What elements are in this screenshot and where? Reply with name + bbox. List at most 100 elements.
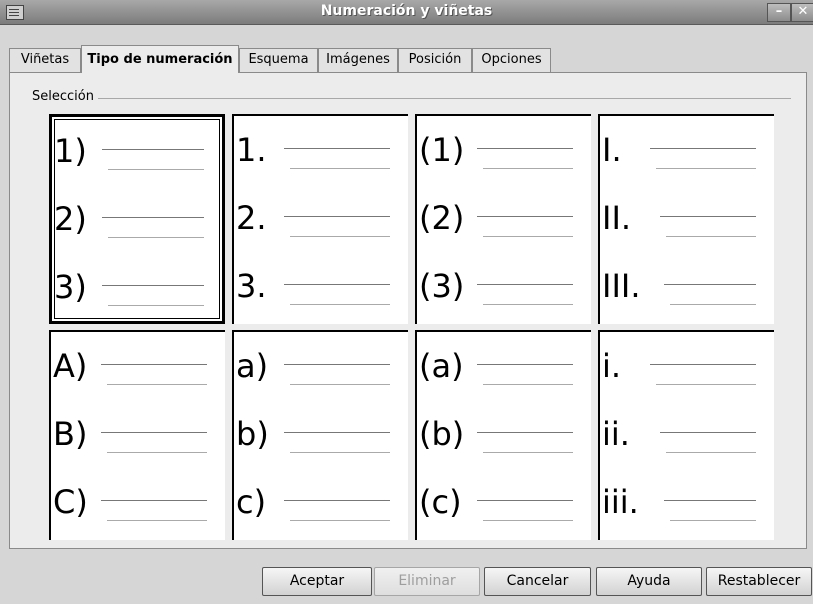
preview-text-line — [483, 384, 573, 385]
numbering-label: B) — [53, 415, 88, 453]
preview-text-line — [290, 236, 390, 237]
preview-text-line — [670, 520, 756, 521]
numbering-label: 1. — [236, 131, 267, 169]
numbering-style-option[interactable]: a) b) c) — [232, 330, 408, 540]
preview-text-line — [650, 364, 756, 365]
preview-text-line — [483, 304, 573, 305]
numbering-label: a) — [236, 347, 269, 385]
numbering-preview-line: 1) — [52, 125, 222, 185]
preview-text-line — [290, 384, 390, 385]
numbering-style-option[interactable]: (1) (2) (3) — [415, 114, 591, 324]
close-button[interactable]: ✕ — [791, 3, 813, 22]
numbering-label: (1) — [419, 131, 465, 169]
preview-text-line — [107, 520, 207, 521]
numbering-preview-line: i. — [600, 340, 774, 400]
numbering-preview-line: III. — [600, 260, 774, 320]
preview-text-line — [483, 168, 573, 169]
preview-text-line — [656, 168, 756, 169]
numbering-preview-line: (1) — [417, 124, 591, 184]
preview-text-line — [101, 364, 207, 365]
preview-text-line — [290, 168, 390, 169]
numbering-label: C) — [53, 483, 88, 521]
numbering-preview-line: b) — [234, 408, 408, 468]
numbering-style-option[interactable]: 1. 2. 3. — [232, 114, 408, 324]
preview-text-line — [477, 432, 573, 433]
numbering-preview-line: (3) — [417, 260, 591, 320]
ok-button[interactable]: Aceptar — [262, 567, 372, 596]
preview-text-line — [284, 364, 390, 365]
numbering-preview-line: iii. — [600, 476, 774, 536]
numbering-label: (c) — [419, 483, 462, 521]
dialog-window: Numeración y viñetas – ✕ Viñetas Tipo de… — [0, 0, 813, 604]
numbering-preview-line: 1. — [234, 124, 408, 184]
preview-text-line — [290, 520, 390, 521]
preview-text-line — [290, 304, 390, 305]
numbering-style-option[interactable]: 1) 2) 3) — [49, 114, 225, 324]
tab-vinetas[interactable]: Viñetas — [9, 48, 81, 72]
numbering-preview-line: 2) — [52, 193, 222, 253]
numbering-style-option[interactable]: (a) (b) (c) — [415, 330, 591, 540]
numbering-style-option[interactable]: i. ii. iii. — [598, 330, 774, 540]
preview-text-line — [108, 237, 204, 238]
numbering-preview-line: 2. — [234, 192, 408, 252]
numbering-style-option[interactable]: A) B) C) — [49, 330, 225, 540]
tab-opciones[interactable]: Opciones — [472, 48, 551, 72]
numbering-label: 1) — [54, 132, 87, 170]
preview-text-line — [284, 216, 390, 217]
preview-text-line — [101, 500, 207, 501]
numbering-label: II. — [602, 199, 632, 237]
numbering-label: 3) — [54, 268, 87, 306]
preview-text-line — [664, 284, 756, 285]
minimize-button[interactable]: – — [767, 3, 791, 22]
numbering-preview-line: II. — [600, 192, 774, 252]
preview-text-line — [477, 500, 573, 501]
numbering-label: c) — [236, 483, 267, 521]
preview-text-line — [102, 149, 204, 150]
numbering-preview-line: (2) — [417, 192, 591, 252]
title-bar[interactable]: Numeración y viñetas – ✕ — [0, 0, 813, 25]
numbering-preview-line: I. — [600, 124, 774, 184]
help-button[interactable]: Ayuda — [596, 567, 702, 596]
tab-imagenes[interactable]: Imágenes — [318, 48, 398, 72]
section-label-seleccion: Selección — [32, 89, 98, 104]
numbering-label: (b) — [419, 415, 465, 453]
numbering-preview-line: C) — [51, 476, 225, 536]
numbering-preview-line: B) — [51, 408, 225, 468]
preview-text-line — [477, 284, 573, 285]
preview-text-line — [650, 148, 756, 149]
numbering-label: ii. — [602, 415, 630, 453]
numbering-label: i. — [602, 347, 622, 385]
numbering-label: III. — [602, 267, 641, 305]
preview-text-line — [483, 452, 573, 453]
preview-text-line — [284, 432, 390, 433]
numbering-label: 2) — [54, 200, 87, 238]
numbering-label: A) — [53, 347, 88, 385]
delete-button[interactable]: Eliminar — [374, 567, 480, 596]
preview-text-line — [108, 169, 204, 170]
reset-button[interactable]: Restablecer — [706, 567, 812, 596]
numbering-style-grid: 1) 2) 3) 1. 2. 3. (1) (2) (3) I. II. III. A) B) C) a) b)… — [49, 114, 784, 546]
numbering-label: (2) — [419, 199, 465, 237]
numbering-label: I. — [602, 131, 622, 169]
numbering-label: 2. — [236, 199, 267, 237]
numbering-preview-line: (c) — [417, 476, 591, 536]
preview-text-line — [102, 285, 204, 286]
preview-text-line — [483, 236, 573, 237]
preview-text-line — [666, 236, 756, 237]
preview-text-line — [284, 500, 390, 501]
tab-esquema[interactable]: Esquema — [239, 48, 318, 72]
preview-text-line — [660, 432, 756, 433]
preview-text-line — [670, 304, 756, 305]
preview-text-line — [101, 432, 207, 433]
preview-text-line — [107, 452, 207, 453]
section-divider — [32, 98, 791, 99]
cancel-button[interactable]: Cancelar — [484, 567, 591, 596]
numbering-preview-line: (b) — [417, 408, 591, 468]
preview-text-line — [656, 384, 756, 385]
tab-posicion[interactable]: Posición — [398, 48, 472, 72]
numbering-style-option[interactable]: I. II. III. — [598, 114, 774, 324]
numbering-label: 3. — [236, 267, 267, 305]
preview-text-line — [660, 216, 756, 217]
tab-tipo-de-numeracion[interactable]: Tipo de numeración — [81, 45, 239, 73]
numbering-preview-line: ii. — [600, 408, 774, 468]
